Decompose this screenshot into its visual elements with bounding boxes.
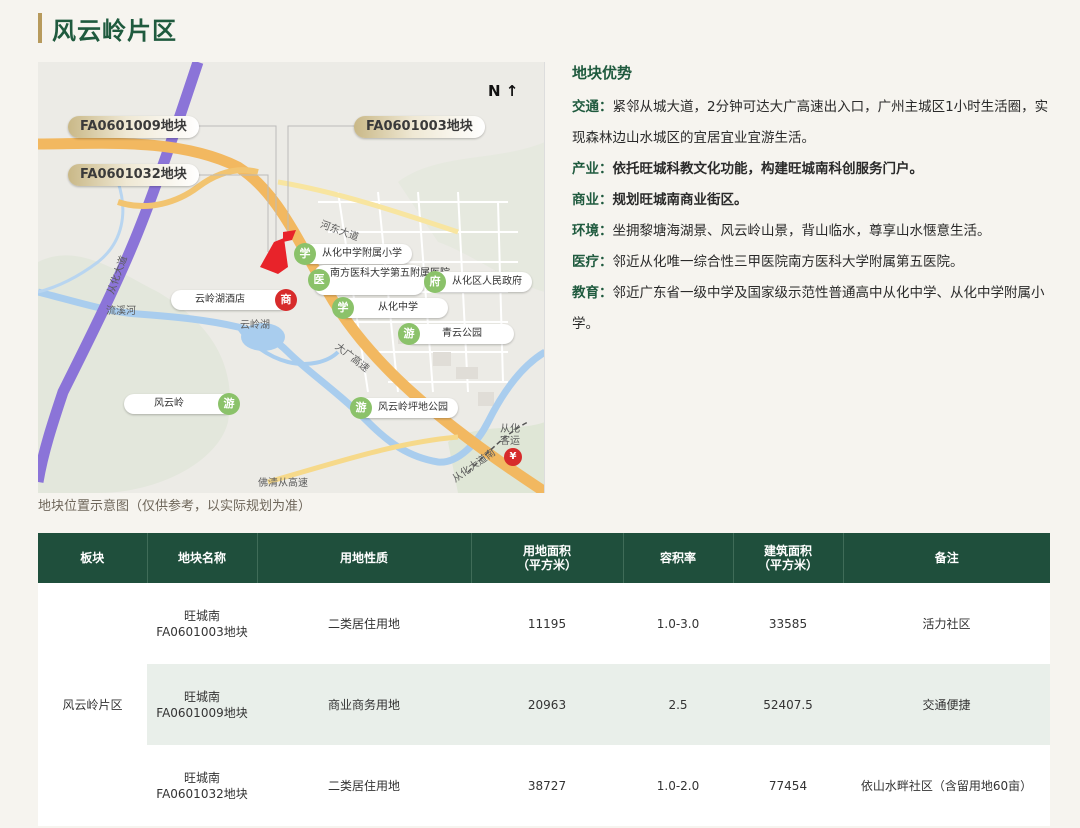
header-land-area: 用地面积 （平方米） [471,533,624,583]
poi-fengyunling[interactable]: 风云岭 游 [124,393,240,415]
table-row: 风云岭片区 旺城南 FA0601003地块 二类居住用地 11195 1.0-3… [38,583,1050,826]
header-floor-area: 建筑面积 （平方米） [733,533,844,583]
parcel-name-cell: 旺城南 FA0601009地块 [147,664,257,745]
plot-ratio-cell: 1.0-3.0 [623,583,733,664]
poi-station-label: 从化客运 [500,424,520,447]
floor-area-cell: 33585 [733,583,843,664]
poi-fengyunling-park[interactable]: 游 风云岭坪地公园 [350,397,458,419]
poi-qingyun-park[interactable]: 游 青云公园 [398,323,514,345]
advantage-text: 依托旺城科教文化功能，构建旺城南科创服务门户。 [612,161,924,177]
callout-fa0601032[interactable]: FA0601032地块 [68,164,199,186]
advantage-key: 交通： [572,99,613,115]
north-arrow: N ↑ [488,82,519,100]
advantages-panel: 地块优势 交通：紧邻从城大道，2分钟可达大广高速出入口，广州主城区1小时生活圈，… [572,62,1052,340]
land-area-cell: 20963 [471,664,623,745]
poi-school-primary[interactable]: 学 从化中学附属小学 [294,243,412,265]
callout-fa0601009[interactable]: FA0601009地块 [68,116,199,138]
title-accent-bar [38,13,42,43]
header-plot-ratio: 容积率 [623,533,734,583]
poi-hospital[interactable]: 医 南方医科大学第五附属医院 [308,265,450,295]
hospital-icon: 医 [308,269,330,291]
road-label-foqingcong: 佛清从高速 [258,478,308,489]
advantage-key: 产业： [572,161,613,177]
poi-label: 云岭湖酒店 [195,294,245,305]
header-region: 板块 [38,533,148,583]
advantage-commerce: 商业：规划旺城南商业街区。 [572,185,1052,216]
header-land-use: 用地性质 [257,533,472,583]
note-cell: 交通便捷 [843,664,1050,745]
map-caption: 地块位置示意图（仅供参考，以实际规划为准） [38,499,312,514]
parcel-name-cell: 旺城南 FA0601003地块 [147,583,257,664]
floor-area-cell: 77454 [733,745,843,826]
land-use-cell: 二类居住用地 [257,583,471,664]
note-cell: 依山水畔社区（含留用地60亩） [843,745,1050,826]
poi-government[interactable]: 府 从化区人民政府 [424,271,532,293]
region-cell: 风云岭片区 [38,583,147,826]
poi-hotel[interactable]: 云岭湖酒店 商 [171,289,297,311]
shopping-icon: 商 [275,289,297,311]
floor-area-cell: 52407.5 [733,664,843,745]
park-icon: 游 [350,397,372,419]
advantage-environment: 环境：坐拥黎塘海湖景、风云岭山景，背山临水，尊享山水惬意生活。 [572,216,1052,247]
poi-label: 从化中学 [378,302,418,313]
land-use-cell: 商业商务用地 [257,664,471,745]
table-row: 旺城南 FA0601009地块 商业商务用地 20963 2.5 52407.5… [38,664,1050,745]
advantage-key: 商业： [572,192,613,208]
advantage-text: 规划旺城南商业街区。 [612,192,748,208]
advantage-text: 紧邻从城大道，2分钟可达大广高速出入口，广州主城区1小时生活圈，实现森林边山水城… [572,99,1049,146]
poi-label: 从化区人民政府 [452,276,522,287]
header-note: 备注 [843,533,1050,583]
advantage-transport: 交通：紧邻从城大道，2分钟可达大广高速出入口，广州主城区1小时生活圈，实现森林边… [572,92,1052,154]
location-map[interactable]: N ↑ FA0601009地块 FA0601003地块 FA0601032地块 … [38,62,545,493]
poi-school-middle[interactable]: 学 从化中学 [332,297,448,319]
river-label: 流溪河 [106,306,136,317]
government-icon: 府 [424,271,446,293]
advantage-key: 环境： [572,223,613,239]
plot-ratio-cell: 2.5 [623,664,733,745]
page-title-bar: 风云岭片区 [38,12,177,45]
header-parcel-name: 地块名称 [147,533,258,583]
school-icon: 学 [294,243,316,265]
advantage-text: 坐拥黎塘海湖景、风云岭山景，背山临水，尊享山水惬意生活。 [612,223,991,239]
parcel-name-cell: 旺城南 FA0601032地块 [147,745,257,826]
park-icon: 游 [218,393,240,415]
bus-station-icon[interactable]: ¥ [504,448,522,466]
note-cell: 活力社区 [843,583,1050,664]
table-row: 旺城南 FA0601032地块 二类居住用地 38727 1.0-2.0 774… [38,745,1050,826]
advantage-industry: 产业：依托旺城科教文化功能，构建旺城南科创服务门户。 [572,154,1052,185]
parcel-table: 板块 地块名称 用地性质 用地面积 （平方米） 容积率 建筑面积 （平方米） 备… [38,533,1050,826]
land-use-cell: 二类居住用地 [257,745,471,826]
land-area-cell: 11195 [471,583,623,664]
poi-label: 从化中学附属小学 [322,248,402,259]
poi-label: 青云公园 [442,328,482,339]
advantage-key: 医疗： [572,254,613,270]
school-icon: 学 [332,297,354,319]
advantage-medical: 医疗：邻近从化唯一综合性三甲医院南方医科大学附属第五医院。 [572,247,1052,278]
plot-ratio-cell: 1.0-2.0 [623,745,733,826]
advantage-key: 教育： [572,285,613,301]
advantage-education: 教育：邻近广东省一级中学及国家级示范性普通高中从化中学、从化中学附属小学。 [572,278,1052,340]
callout-fa0601003[interactable]: FA0601003地块 [354,116,485,138]
lake-label: 云岭湖 [240,320,270,331]
advantage-text: 邻近从化唯一综合性三甲医院南方医科大学附属第五医院。 [612,254,964,270]
poi-label: 风云岭坪地公园 [378,402,448,413]
land-area-cell: 38727 [471,745,623,826]
advantages-title: 地块优势 [572,64,633,82]
table-header-row: 板块 地块名称 用地性质 用地面积 （平方米） 容积率 建筑面积 （平方米） 备… [38,533,1050,583]
page-title: 风云岭片区 [52,16,177,45]
park-icon: 游 [398,323,420,345]
advantage-text: 邻近广东省一级中学及国家级示范性普通高中从化中学、从化中学附属小学。 [572,285,1045,332]
poi-label: 风云岭 [154,398,184,409]
